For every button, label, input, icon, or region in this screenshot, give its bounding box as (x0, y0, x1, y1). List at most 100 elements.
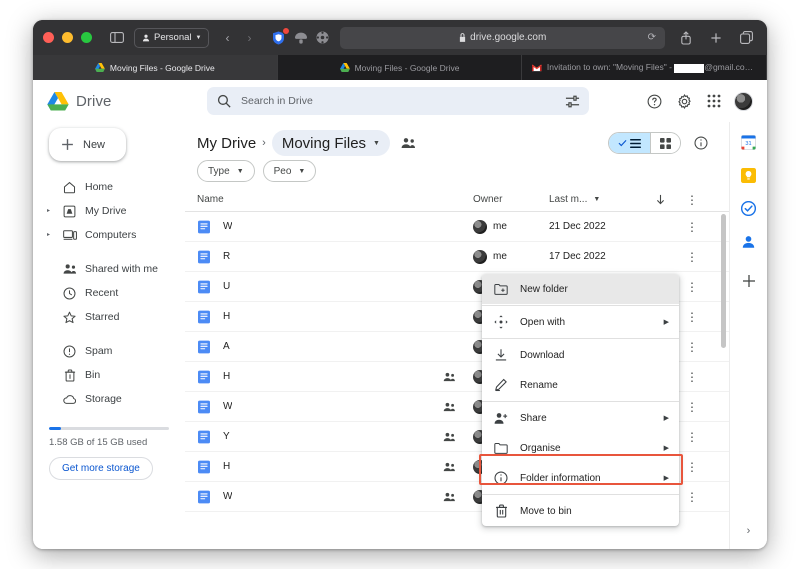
column-header-last-modified[interactable]: Last m... ▼ (549, 194, 641, 205)
people-icon (443, 492, 456, 502)
reload-icon[interactable]: ⟳ (648, 32, 656, 43)
avatar[interactable] (734, 91, 753, 111)
people-icon[interactable] (400, 134, 418, 152)
google-tasks-icon[interactable] (741, 200, 757, 216)
sidebar-item-shared-with-me[interactable]: ▸ Shared with me (41, 257, 179, 281)
file-name-cell[interactable]: H (197, 370, 443, 384)
sidebar-item-home[interactable]: ▸ Home (41, 175, 179, 199)
row-actions-button[interactable]: ⋮ (679, 431, 705, 443)
browser-tab-3[interactable]: Invitation to own: "Moving Files" - @gma… (522, 55, 767, 80)
browser-tab-strip: Moving Files - Google Drive Moving Files… (33, 55, 767, 80)
sidebar-item-recent[interactable]: ▸ Recent (41, 281, 179, 305)
profile-switcher-button[interactable]: Personal ▼ (134, 27, 210, 48)
trash-icon (494, 504, 508, 518)
sidebar-item-my-drive[interactable]: ▸ My Drive (41, 199, 179, 223)
row-actions-button[interactable]: ⋮ (679, 491, 705, 503)
file-name-cell[interactable]: W (197, 400, 443, 414)
file-name-cell[interactable]: A (197, 340, 443, 354)
new-button[interactable]: New (49, 128, 126, 161)
row-actions-button[interactable]: ⋮ (679, 251, 705, 263)
file-name-cell[interactable]: W (197, 220, 443, 234)
file-name-cell[interactable]: Y (197, 430, 443, 444)
menu-item-rename[interactable]: Rename (482, 370, 679, 400)
file-name-label: W (223, 491, 233, 502)
share-icon[interactable] (675, 29, 697, 47)
expand-caret-icon[interactable]: ▸ (47, 208, 54, 214)
column-header-name[interactable]: Name (197, 194, 443, 205)
sidebar-item-bin[interactable]: ▸ Bin (41, 363, 179, 387)
filter-chip-type[interactable]: Type ▼ (197, 160, 255, 182)
grid-view-button[interactable] (650, 133, 680, 153)
breadcrumb-my-drive[interactable]: My Drive (197, 135, 256, 152)
file-name-label: H (223, 371, 231, 382)
sidebar-item-starred[interactable]: ▸ Starred (41, 305, 179, 329)
file-list-scrollbar[interactable] (721, 214, 726, 504)
list-view-button[interactable] (609, 133, 650, 153)
table-row[interactable]: Rme 17 Dec 2022 ⋮ (185, 242, 729, 272)
file-name-cell[interactable]: H (197, 460, 443, 474)
row-actions-button[interactable]: ⋮ (679, 341, 705, 353)
breadcrumb-current-folder[interactable]: Moving Files ▼ (271, 130, 390, 156)
sidebar-item-storage[interactable]: ▸ Storage (41, 387, 179, 411)
new-tab-icon[interactable] (705, 29, 727, 47)
row-actions-button[interactable]: ⋮ (679, 311, 705, 323)
file-name-cell[interactable]: W (197, 490, 443, 504)
drive-icon (339, 63, 350, 72)
kebab-menu-icon: ⋮ (686, 369, 698, 384)
close-window-button[interactable] (43, 32, 54, 43)
file-name-cell[interactable]: H (197, 310, 443, 324)
address-bar[interactable]: drive.google.com ⟳ (340, 26, 665, 49)
help-circle-icon[interactable] (644, 91, 664, 111)
row-actions-button[interactable]: ⋮ (679, 401, 705, 413)
add-side-app-button[interactable] (742, 274, 756, 292)
list-options-menu-button[interactable]: ⋮ (679, 194, 705, 206)
row-actions-button[interactable]: ⋮ (679, 281, 705, 293)
apps-grid-icon[interactable] (704, 91, 724, 111)
menu-item-move-to-bin[interactable]: Move to bin (482, 496, 679, 526)
file-name-cell[interactable]: U (197, 280, 443, 294)
row-actions-button[interactable]: ⋮ (679, 461, 705, 473)
forward-button[interactable]: › (239, 28, 259, 48)
column-header-owner[interactable]: Owner (473, 194, 549, 205)
info-circle-icon[interactable] (691, 133, 711, 153)
browser-tab-1[interactable]: Moving Files - Google Drive (33, 55, 278, 80)
google-keep-icon[interactable] (741, 167, 757, 183)
get-more-storage-button[interactable]: Get more storage (49, 457, 153, 480)
table-row[interactable]: Wme 21 Dec 2022 ⋮ (185, 212, 729, 242)
browser-tab-2[interactable]: Moving Files - Google Drive (278, 55, 523, 80)
circle-extension-icon[interactable] (315, 30, 330, 45)
file-name-cell[interactable]: R (197, 250, 443, 264)
row-actions-button[interactable]: ⋮ (679, 371, 705, 383)
sidebar-toggle-icon[interactable] (106, 29, 128, 47)
sidebar-item-spam[interactable]: ▸ Spam (41, 339, 179, 363)
mushroom-extension-icon[interactable] (293, 30, 308, 45)
safari-browser-window: Personal ▼ ‹ › drive.google.com ⟳ Moving… (33, 20, 767, 549)
menu-item-share[interactable]: Share ▶ (482, 403, 679, 433)
menu-item-open-with[interactable]: Open with ▶ (482, 307, 679, 337)
drive-logo-block[interactable]: Drive (47, 91, 199, 111)
google-contacts-icon[interactable] (741, 233, 757, 249)
filter-chip-people[interactable]: Peo ▼ (262, 160, 317, 182)
menu-item-folder-information[interactable]: Folder information ▶ (482, 463, 679, 493)
shield-extension-icon[interactable] (271, 27, 291, 45)
sidebar-item-computers[interactable]: ▸ Computers (41, 223, 179, 247)
search-bar[interactable] (207, 87, 589, 115)
file-list-scrollbar-thumb[interactable] (721, 214, 726, 348)
expand-caret-icon[interactable]: ▸ (47, 232, 54, 238)
maximize-window-button[interactable] (81, 32, 92, 43)
gear-icon[interactable] (674, 91, 694, 111)
sidebar-item-label: Recent (85, 287, 119, 299)
sort-direction-button[interactable] (641, 194, 679, 205)
menu-item-new-folder[interactable]: New folder (482, 274, 679, 304)
minimize-window-button[interactable] (62, 32, 73, 43)
tab-overview-icon[interactable] (735, 29, 757, 47)
menu-item-organise[interactable]: Organise ▶ (482, 433, 679, 463)
row-actions-button[interactable]: ⋮ (679, 221, 705, 233)
google-calendar-icon[interactable]: 31 (741, 134, 757, 150)
search-input[interactable] (241, 95, 553, 107)
tune-icon[interactable] (563, 92, 581, 110)
expand-side-panel-button[interactable]: › (747, 525, 751, 537)
menu-item-download[interactable]: Download (482, 340, 679, 370)
back-button[interactable]: ‹ (217, 28, 237, 48)
google-docs-icon (197, 250, 211, 264)
